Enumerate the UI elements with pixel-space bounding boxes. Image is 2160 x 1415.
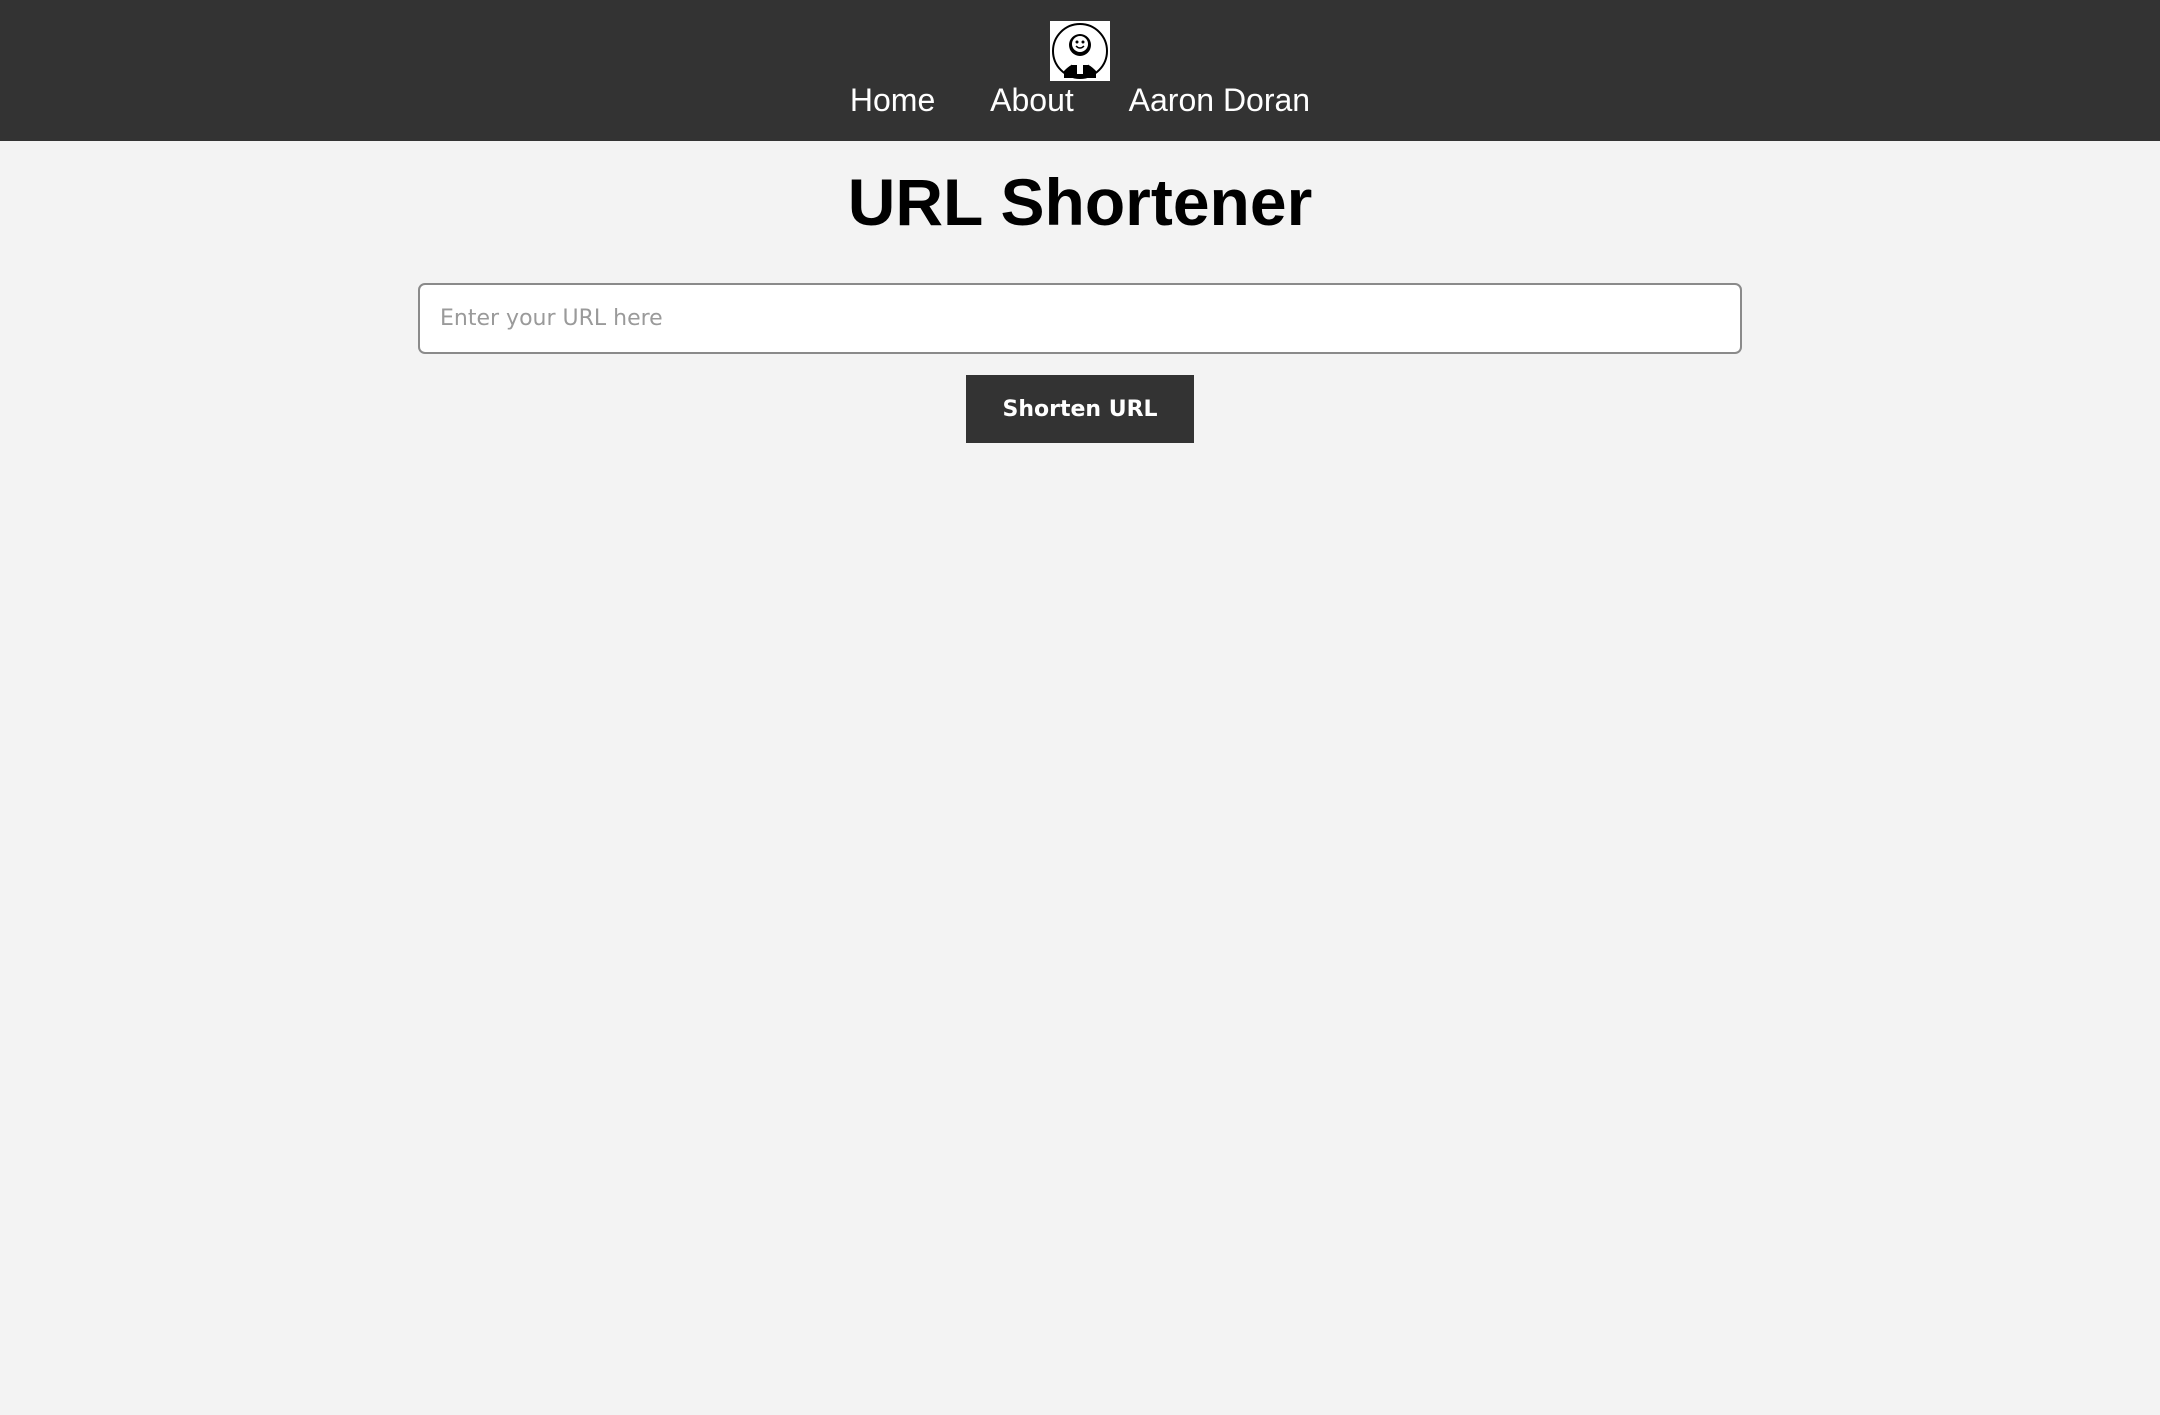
main-nav: Home About Aaron Doran	[0, 80, 2160, 120]
page-title: URL Shortener	[847, 165, 1313, 239]
nav-link-home[interactable]: Home	[850, 80, 935, 120]
top-navigation-bar: Home About Aaron Doran	[0, 0, 2160, 141]
url-input[interactable]	[418, 283, 1742, 354]
shorten-url-button[interactable]: Shorten URL	[966, 375, 1194, 443]
nav-link-aaron-doran[interactable]: Aaron Doran	[1129, 80, 1310, 120]
nav-link-about[interactable]: About	[990, 80, 1074, 120]
smiley-avatar-icon	[1052, 23, 1108, 79]
logo[interactable]	[1050, 21, 1110, 81]
